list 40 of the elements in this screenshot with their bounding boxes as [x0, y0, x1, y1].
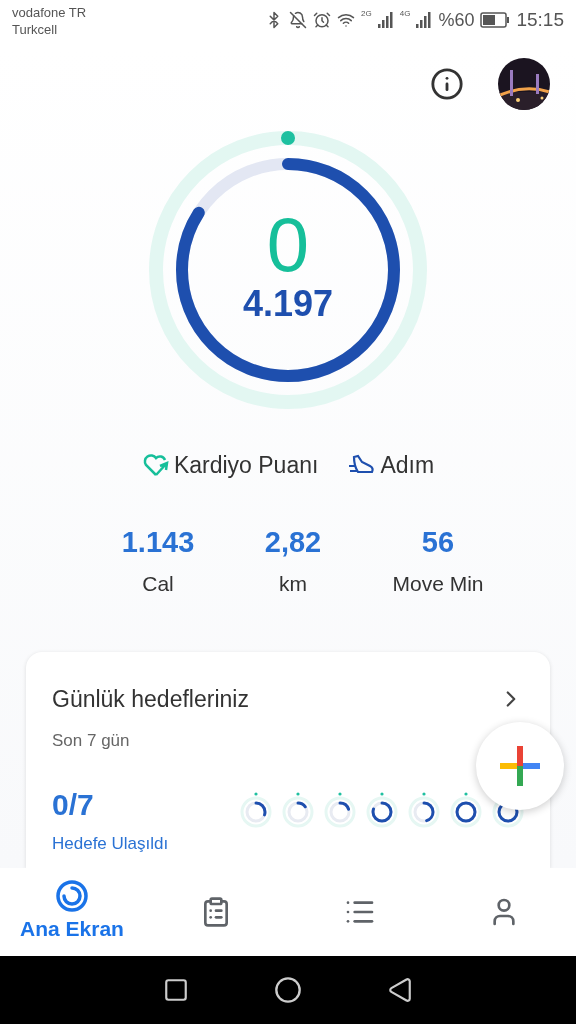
day-ring: [282, 791, 314, 828]
wifi-icon: [337, 11, 356, 29]
heart-points-value: 0: [266, 206, 310, 284]
alarm-icon: [313, 11, 332, 29]
stat-label: Cal: [142, 571, 174, 597]
avatar-button[interactable]: [498, 58, 550, 110]
network-label: 2G: [361, 8, 372, 20]
ring-icon: [55, 879, 89, 914]
day-ring: [408, 791, 440, 828]
stat-value: 56: [421, 524, 455, 560]
clock-time: 15:15: [516, 7, 564, 32]
add-button[interactable]: [476, 721, 564, 810]
day-ring: [324, 791, 356, 828]
recent-apps-icon[interactable]: [162, 977, 189, 1003]
stat-label: km: [279, 571, 307, 597]
stat-value: 2,82: [264, 524, 322, 560]
day-ring: [366, 791, 398, 828]
card-subtitle: Son 7 gün: [52, 730, 131, 752]
stat-label: Move Min: [392, 571, 484, 597]
goal-caption: Hedefe Ulaşıldı: [52, 832, 169, 855]
steps-value: 4.197: [242, 284, 334, 324]
back-icon[interactable]: [387, 977, 414, 1003]
signal-icon: [377, 12, 394, 28]
carrier-name: vodafone TR: [12, 4, 87, 21]
plus-icon: [500, 745, 540, 786]
legend-label: Adım: [380, 451, 435, 480]
home-icon[interactable]: [274, 976, 302, 1004]
goal-count: 0/7: [52, 786, 95, 823]
battery-icon: [480, 12, 511, 28]
info-button[interactable]: [430, 67, 464, 101]
signal-icon: [416, 12, 433, 28]
day-ring: [450, 791, 482, 828]
legend-label: Kardiyo Puanı: [173, 451, 319, 480]
network-label: 4G: [399, 8, 411, 20]
battery-percent: %60: [438, 8, 475, 32]
day-ring: [240, 791, 272, 828]
card-title: Günlük hedefleriniz: [52, 684, 249, 714]
mute-icon: [289, 11, 308, 29]
carrier-name: Turkcell: [12, 21, 59, 38]
stat-value: 1.143: [121, 524, 195, 560]
